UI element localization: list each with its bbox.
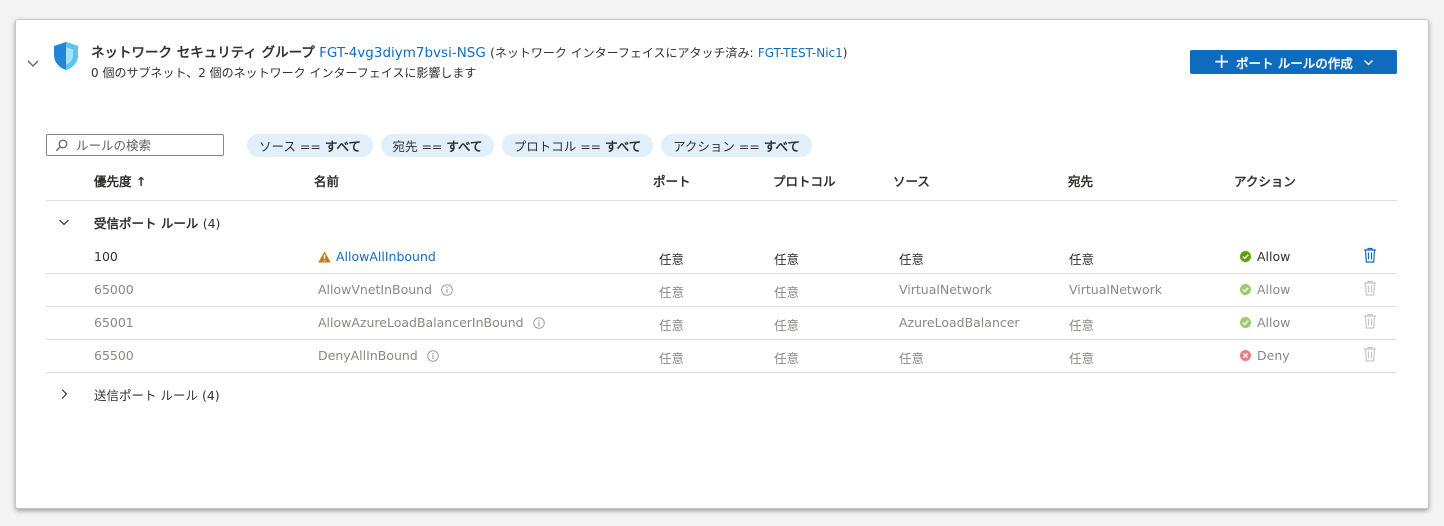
column-header-action[interactable]: アクション	[1234, 171, 1296, 190]
inbound-group-count: (4)	[202, 216, 221, 231]
page-subtitle: 0 個のサブネット、2 個のネットワーク インターフェイスに影響します	[91, 66, 477, 80]
column-header-destination[interactable]: 宛先	[1068, 171, 1093, 190]
outbound-group-label[interactable]: 送信ポート ルール (4)	[94, 385, 220, 404]
row-divider	[46, 273, 1397, 274]
rule-destination: VirtualNetwork	[1069, 282, 1163, 297]
create-port-rule-label: ポート ルールの作成	[1235, 55, 1353, 71]
rule-source: 任意	[899, 351, 925, 366]
delete-icon[interactable]	[1363, 247, 1377, 263]
info-icon[interactable]	[532, 316, 545, 329]
info-icon[interactable]	[426, 349, 439, 362]
rule-protocol: 任意	[774, 351, 800, 366]
row-divider	[46, 306, 1397, 307]
check-circle-icon	[1240, 251, 1251, 262]
rule-protocol: 任意	[774, 318, 800, 333]
column-header-priority[interactable]: 優先度 ↑	[94, 171, 146, 190]
rule-port: 任意	[659, 252, 685, 267]
info-icon[interactable]	[441, 283, 453, 296]
rule-destination: 任意	[1069, 351, 1095, 366]
rule-action: Deny	[1257, 348, 1290, 363]
check-circle-icon	[1240, 317, 1251, 328]
chevron-right-icon[interactable]	[58, 388, 70, 400]
rule-search-box[interactable]	[46, 134, 224, 156]
filter-label: 宛先 ==	[392, 139, 443, 154]
column-header-name[interactable]: 名前	[314, 171, 339, 190]
search-icon	[55, 139, 68, 151]
inbound-group-label[interactable]: 受信ポート ルール (4)	[94, 213, 220, 232]
rule-action-cell: Allow	[1240, 315, 1290, 330]
attach-suffix: )	[842, 46, 848, 60]
network-security-group-icon	[54, 42, 78, 70]
attach-prefix: (ネットワーク インターフェイスにアタッチ済み:	[490, 46, 754, 60]
chevron-down-icon[interactable]	[58, 216, 70, 228]
title-prefix: ネットワーク セキュリティ グループ	[91, 45, 315, 61]
inbound-group-title: 受信ポート ルール	[94, 216, 199, 231]
chevron-down-icon	[1363, 59, 1373, 65]
rule-action-cell: Allow	[1240, 282, 1290, 297]
rule-source: AzureLoadBalancer	[899, 315, 1020, 330]
filter-label: ソース ==	[259, 139, 321, 154]
filter-protocol[interactable]: プロトコル == すべて	[502, 134, 653, 157]
nsg-name-link[interactable]: FGT-4vg3diym7bvsi-NSG	[319, 45, 486, 61]
column-header-source[interactable]: ソース	[893, 171, 930, 190]
rule-name-cell: DenyAllInBound	[318, 348, 439, 363]
column-header-protocol[interactable]: プロトコル	[773, 171, 836, 190]
search-input[interactable]	[76, 137, 206, 153]
rule-priority: 65001	[94, 315, 134, 330]
outbound-group-count: (4)	[201, 388, 220, 403]
filter-source[interactable]: ソース == すべて	[247, 134, 373, 157]
row-divider	[46, 372, 1397, 373]
filter-label: プロトコル ==	[513, 139, 602, 154]
rule-destination: 任意	[1069, 252, 1095, 267]
delete-icon	[1364, 346, 1376, 362]
rule-name: AllowVnetInBound	[318, 282, 433, 297]
filter-label: アクション ==	[673, 139, 760, 154]
rule-priority: 65000	[94, 282, 134, 297]
check-circle-icon	[1240, 284, 1251, 295]
delete-icon	[1364, 280, 1376, 296]
row-divider	[46, 339, 1397, 340]
rule-action: Allow	[1257, 282, 1291, 297]
column-header-port[interactable]: ポート	[653, 171, 691, 190]
rule-action: Allow	[1257, 315, 1291, 330]
rule-protocol: 任意	[774, 252, 800, 267]
rule-action-cell: Deny	[1240, 348, 1290, 363]
rule-name-cell[interactable]: AllowAllInbound	[318, 249, 436, 264]
header-divider	[46, 200, 1397, 201]
rule-name-cell: AllowVnetInBound	[318, 282, 453, 297]
rule-priority: 100	[94, 249, 118, 264]
rule-name-link[interactable]: AllowAllInbound	[336, 249, 436, 264]
rule-source: 任意	[899, 252, 925, 267]
rule-name-cell: AllowAzureLoadBalancerInBound	[318, 315, 545, 330]
outbound-group-title: 送信ポート ルール	[94, 388, 198, 403]
filter-value: すべて	[763, 139, 800, 154]
rule-destination: 任意	[1069, 318, 1095, 333]
rule-priority: 65500	[94, 348, 134, 363]
nic-name-link[interactable]: FGT-TEST-Nic1	[758, 46, 843, 60]
create-port-rule-button[interactable]: + ポート ルールの作成	[1190, 50, 1397, 74]
rule-port: 任意	[659, 351, 685, 366]
delete-icon	[1364, 313, 1376, 329]
filter-value: すべて	[446, 139, 483, 154]
rule-action-cell: Allow	[1240, 249, 1290, 264]
rule-port: 任意	[659, 318, 685, 333]
filter-destination[interactable]: 宛先 == すべて	[381, 134, 494, 157]
filter-action[interactable]: アクション == すべて	[661, 134, 812, 157]
chevron-down-icon[interactable]	[26, 56, 40, 70]
nsg-panel: ネットワーク セキュリティ グループ FGT-4vg3diym7bvsi-NSG…	[15, 19, 1429, 509]
page-title: ネットワーク セキュリティ グループ FGT-4vg3diym7bvsi-NSG…	[91, 41, 847, 61]
filter-value: すべて	[605, 139, 642, 154]
rule-port: 任意	[659, 285, 685, 300]
filter-value: すべて	[324, 139, 361, 154]
rule-protocol: 任意	[774, 285, 800, 300]
warning-icon	[318, 251, 331, 262]
rule-action: Allow	[1257, 249, 1291, 264]
error-circle-icon	[1240, 350, 1251, 361]
plus-icon: +	[1213, 49, 1230, 73]
rule-name: AllowAzureLoadBalancerInBound	[318, 315, 524, 330]
rule-source: VirtualNetwork	[899, 282, 993, 297]
rule-name: DenyAllInBound	[318, 348, 418, 363]
